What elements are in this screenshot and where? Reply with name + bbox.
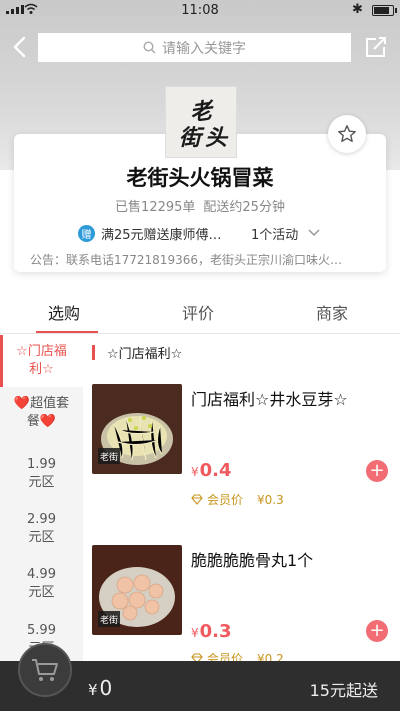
diamond-icon [191, 494, 203, 505]
status-bar: 11:08 ✱ [0, 0, 400, 22]
shop-logo: 老 街 头 [165, 86, 237, 158]
back-icon[interactable] [10, 36, 32, 58]
member-price-label: 会员价 [207, 493, 244, 507]
search-icon [143, 41, 156, 54]
tab-reviews[interactable]: 评价 [182, 300, 214, 324]
delivery-time: 配送约25分钟 [203, 200, 285, 215]
category-label: ☆门店福 [16, 344, 67, 359]
section-title: ☆门店福利☆ [107, 346, 183, 362]
sold-count: 已售12295单 [115, 200, 196, 215]
add-to-cart-button[interactable]: + [366, 620, 388, 642]
search-input[interactable]: 请输入关键字 [38, 33, 351, 62]
product-price: ¥0.4 [191, 460, 232, 481]
favorite-button[interactable] [328, 115, 366, 153]
product-name: 门店福利☆井水豆芽☆ [191, 390, 348, 409]
shop-name: 老街头火锅冒菜 [126, 166, 274, 190]
status-time: 11:08 [181, 3, 219, 18]
member-price-value: ¥0.3 [257, 492, 284, 507]
cart-button[interactable] [18, 643, 72, 697]
section-marker [92, 344, 95, 360]
shop-stats: 已售12295单 配送约25分钟 [14, 196, 386, 215]
image-watermark: 老街 [100, 451, 118, 463]
promotion-count: 1个活动 [251, 227, 299, 243]
product-name: 脆脆脆脆骨丸1个 [191, 551, 314, 570]
currency-symbol: ¥ [191, 465, 199, 479]
logo-char-3: 头 [205, 125, 229, 151]
category-label: 元区 [28, 585, 55, 600]
price-value: 0.4 [199, 460, 232, 481]
category-label: 餐❤️ [26, 414, 57, 429]
category-label: 1.99 [27, 457, 56, 472]
category-value-set[interactable]: ❤️超值套 餐❤️ [0, 395, 83, 431]
promotion-row[interactable]: 赠 满25元赠送康师傅… 1个活动 [78, 223, 378, 243]
cart-icon [32, 659, 58, 681]
share-icon[interactable] [364, 36, 388, 58]
category-label: 5.99 [27, 623, 56, 638]
member-price: 会员价 ¥0.3 [191, 491, 284, 508]
gift-badge: 赠 [78, 224, 95, 242]
min-order-label: 15元起送 [309, 681, 378, 700]
currency-symbol: ¥ [88, 681, 98, 699]
product-image[interactable]: 老街 [92, 545, 182, 635]
product-image[interactable]: 老街 [92, 384, 182, 474]
active-tab-indicator [36, 331, 98, 333]
shop-notice: 公告：联系电话17721819366，老街头正宗川渝口味火… [30, 253, 342, 267]
cart-total-value: 0 [99, 676, 113, 700]
star-icon [338, 125, 356, 142]
category-label: 4.99 [27, 567, 56, 582]
tab-bar: 选购 评价 商家 [0, 287, 400, 334]
category-sidebar: ☆门店福 利☆ ❤️超值套 餐❤️ 1.99 元区 2.99 元区 4.99 元… [0, 335, 83, 661]
category-4-99[interactable]: 4.99 元区 [0, 566, 83, 602]
category-label: 2.99 [27, 512, 56, 527]
add-to-cart-button[interactable]: + [366, 460, 388, 482]
category-1-99[interactable]: 1.99 元区 [0, 456, 83, 492]
battery-icon [372, 5, 397, 16]
image-watermark: 老街 [100, 614, 118, 626]
promotion-text: 满25元赠送康师傅… [101, 227, 222, 243]
cart-total: ¥0 [88, 676, 112, 700]
category-label: ❤️超值套 [13, 396, 70, 411]
search-placeholder: 请输入关键字 [162, 40, 246, 57]
tab-order[interactable]: 选购 [48, 300, 80, 324]
section-header: ☆门店福利☆ [92, 344, 183, 362]
chevron-down-icon [308, 229, 320, 237]
category-label: 元区 [28, 475, 55, 490]
product-price: ¥0.3 [191, 621, 232, 642]
bluetooth-icon: ✱ [352, 2, 363, 17]
tab-merchant[interactable]: 商家 [316, 300, 348, 324]
category-label: 利☆ [29, 362, 54, 377]
category-store-welfare[interactable]: ☆门店福 利☆ [0, 335, 83, 387]
price-value: 0.3 [199, 621, 232, 642]
category-2-99[interactable]: 2.99 元区 [0, 511, 83, 547]
category-label: 元区 [28, 530, 55, 545]
currency-symbol: ¥ [191, 626, 199, 640]
